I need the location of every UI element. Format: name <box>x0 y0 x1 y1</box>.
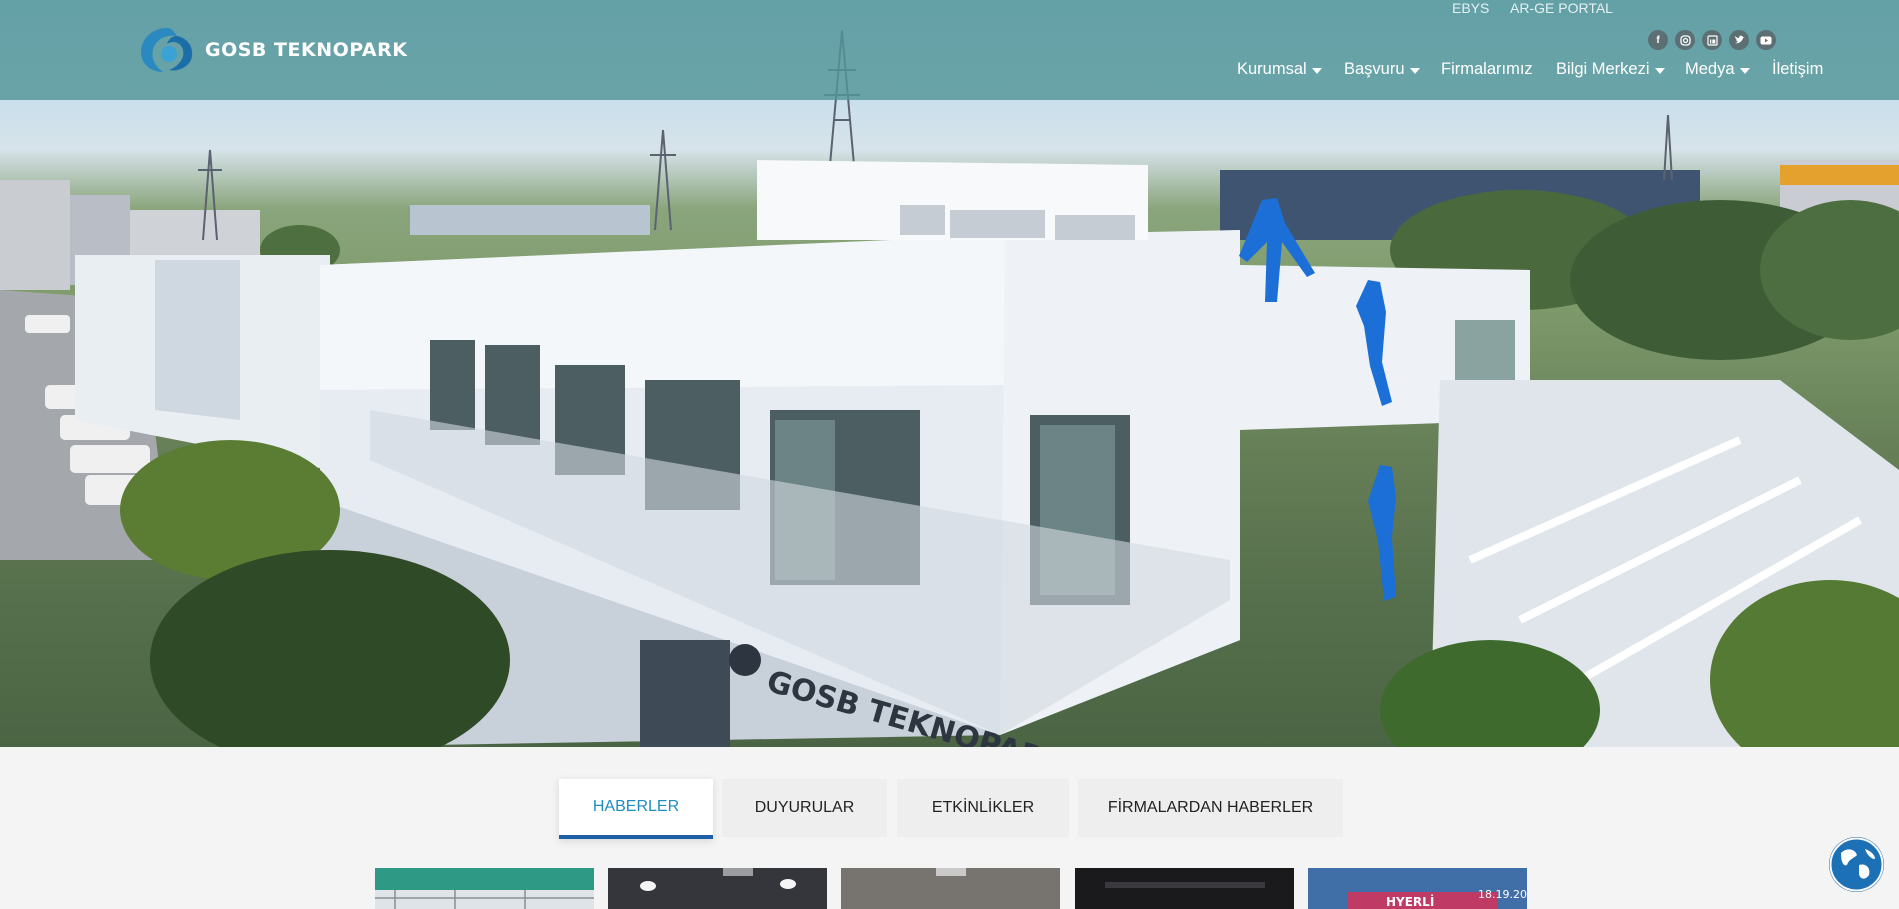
tab-etkinlikler[interactable]: ETKİNLİKLER <box>897 779 1069 837</box>
caret-down-icon <box>1654 67 1665 74</box>
gosb-swirl-logo-icon <box>141 28 193 72</box>
nav-iletisim[interactable]: İletişim <box>1772 60 1823 79</box>
brand-name: GOSB TEKNOPARK <box>205 39 408 61</box>
card-overlay-text: HYERLİ <box>1386 894 1434 909</box>
youtube-icon[interactable] <box>1756 30 1776 50</box>
nav-basvuru[interactable]: Başvuru <box>1344 60 1420 79</box>
globe-icon[interactable] <box>1829 837 1884 892</box>
news-card-image: HYERLİ 18.19.20 <box>1308 868 1527 909</box>
news-card[interactable] <box>1075 868 1294 909</box>
news-card-image <box>841 868 1060 909</box>
nav-firmalarimiz[interactable]: Firmalarımız <box>1441 60 1533 79</box>
news-card[interactable] <box>608 868 827 909</box>
linkedin-icon[interactable] <box>1702 30 1722 50</box>
nav-medya[interactable]: Medya <box>1685 60 1750 79</box>
twitter-icon[interactable] <box>1729 30 1749 50</box>
instagram-icon[interactable] <box>1675 30 1695 50</box>
nav-label: İletişim <box>1772 60 1824 78</box>
nav-label: Medya <box>1685 60 1735 78</box>
nav-kurumsal[interactable]: Kurumsal <box>1237 60 1322 79</box>
nav-label: Başvuru <box>1344 60 1405 78</box>
news-card[interactable]: HYERLİ 18.19.20 <box>1308 868 1527 909</box>
news-card-image <box>608 868 827 909</box>
top-link-ebys[interactable]: EBYS <box>1452 0 1489 16</box>
tab-duyurular[interactable]: DUYURULAR <box>722 779 887 837</box>
nav-label: Firmalarımız <box>1441 60 1533 78</box>
nav-bilgi-merkezi[interactable]: Bilgi Merkezi <box>1556 60 1665 79</box>
facebook-icon[interactable]: f <box>1648 30 1668 50</box>
site-header: GOSB TEKNOPARK EBYS AR-GE PORTAL f Kurum… <box>0 0 1899 100</box>
news-card-image <box>375 868 594 909</box>
card-overlay-date: 18.19.20 <box>1478 888 1527 901</box>
top-link-arge-portal[interactable]: AR-GE PORTAL <box>1510 0 1613 16</box>
news-card[interactable] <box>375 868 594 909</box>
logo-link[interactable]: GOSB TEKNOPARK <box>137 24 407 76</box>
news-card[interactable] <box>841 868 1060 909</box>
nav-label: Bilgi Merkezi <box>1556 60 1650 78</box>
news-card-image <box>1075 868 1294 909</box>
tab-haberler[interactable]: HABERLER <box>559 779 713 839</box>
caret-down-icon <box>1739 67 1750 74</box>
caret-down-icon <box>1311 67 1322 74</box>
hero-image: GOSB TEKNOPARK <box>0 0 1899 747</box>
caret-down-icon <box>1409 67 1420 74</box>
tab-firmalardan-haberler[interactable]: FİRMALARDAN HABERLER <box>1078 779 1343 837</box>
nav-label: Kurumsal <box>1237 60 1307 78</box>
